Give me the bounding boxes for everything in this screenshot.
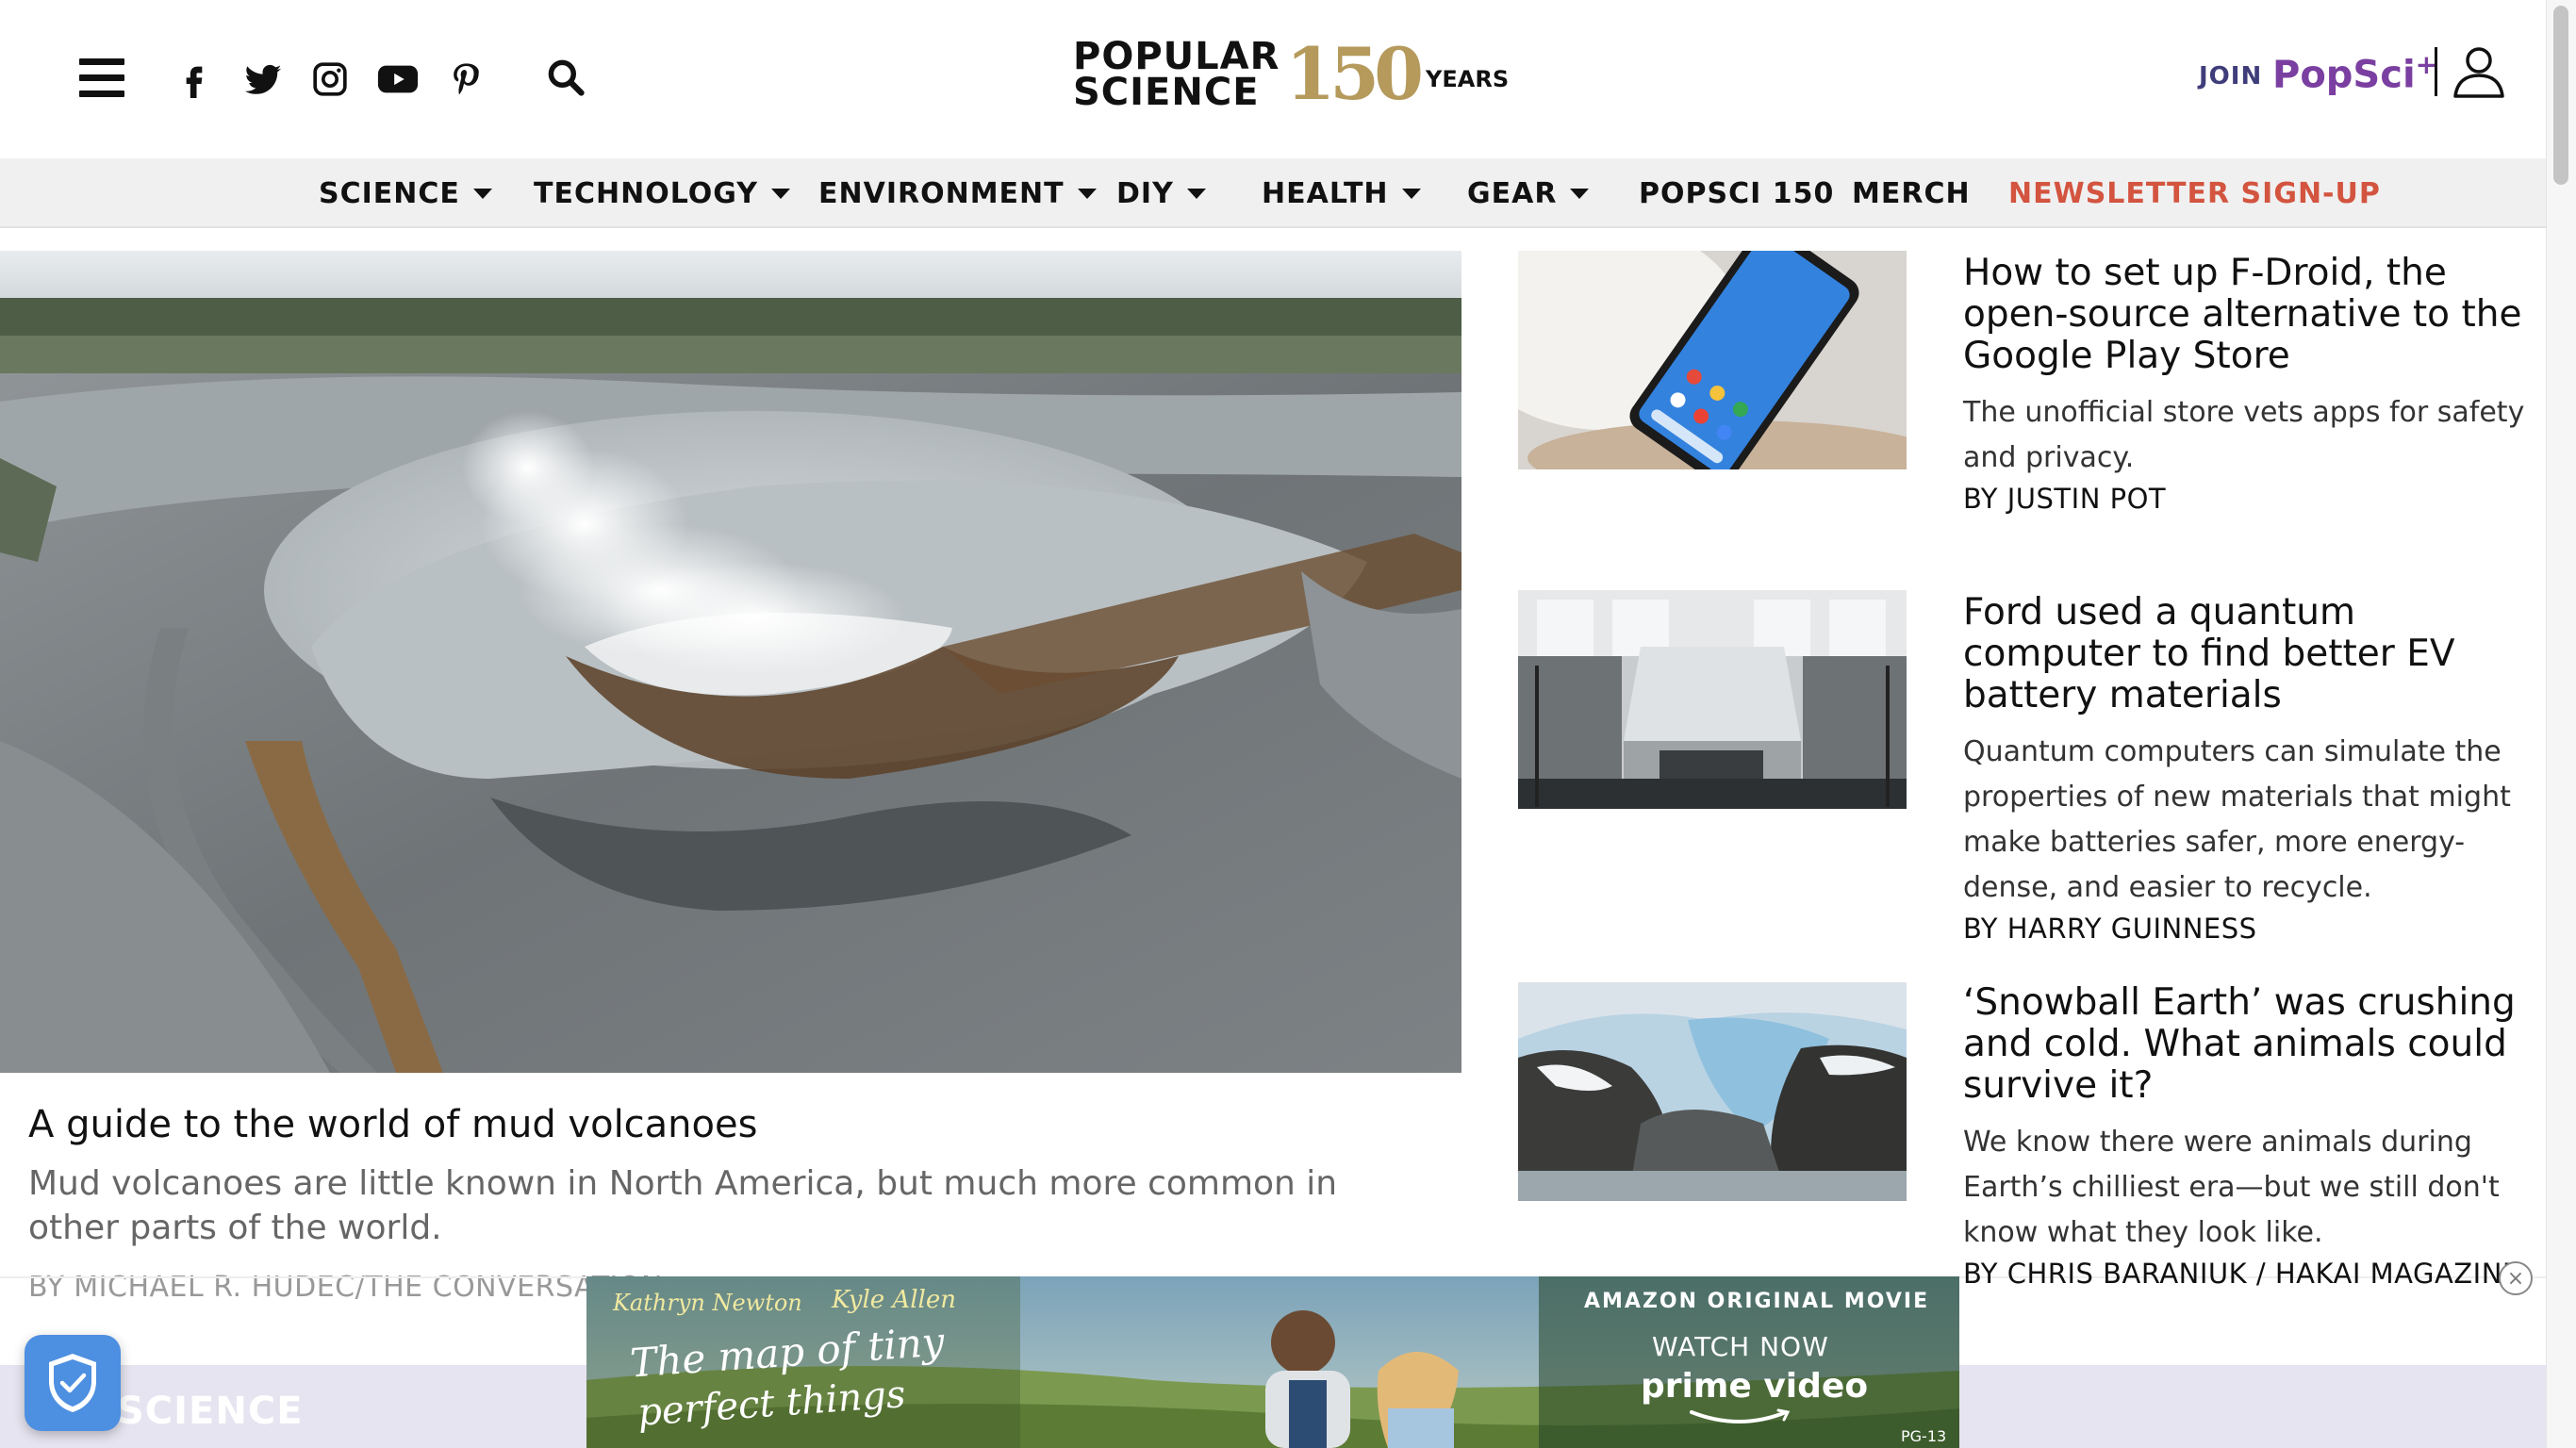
- side-article-title[interactable]: Ford used a quantum computer to find bet…: [1963, 592, 2529, 716]
- side-article-2: Ford used a quantum computer to find bet…: [1963, 592, 2529, 946]
- caret-down-icon: [1077, 189, 1097, 199]
- ad-banner-prime-video[interactable]: Kathryn Newton Kyle Allen The map of tin…: [586, 1276, 1959, 1448]
- section-heading-science[interactable]: SCIENCE: [117, 1390, 304, 1433]
- ad-cta[interactable]: WATCH NOW: [1652, 1331, 1829, 1362]
- hero-headline[interactable]: A guide to the world of mud volcanoes: [28, 1103, 757, 1146]
- article-thumb-snowball-earth[interactable]: [1518, 982, 1907, 1201]
- nav-item-health[interactable]: HEALTH: [1262, 177, 1421, 210]
- nav-item-diy[interactable]: DIY: [1116, 177, 1206, 210]
- caret-down-icon: [1401, 189, 1421, 199]
- nav-item-popsci-150[interactable]: POPSCI 150: [1639, 177, 1834, 210]
- scrollbar-thumb[interactable]: [2553, 6, 2568, 185]
- caret-down-icon: [1570, 189, 1590, 199]
- side-article-dek: We know there were animals during Earth’…: [1963, 1126, 2500, 1249]
- logo-line-2: SCIENCE: [1073, 71, 1260, 114]
- side-article-title[interactable]: How to set up F-Droid, the open-source a…: [1963, 253, 2529, 377]
- nav-item-science[interactable]: SCIENCE: [319, 177, 492, 210]
- nav-label: ENVIRONMENT: [818, 177, 1065, 210]
- hamburger-menu-icon[interactable]: [79, 58, 124, 98]
- ad-cast-1: Kathryn Newton: [613, 1290, 802, 1316]
- side-article-byline[interactable]: BY JUSTIN POT: [1963, 483, 2529, 515]
- ad-close-icon[interactable]: ×: [2499, 1261, 2533, 1295]
- shield-check-icon: [49, 1354, 96, 1412]
- logo-wordmark: POPULAR SCIENCE: [1073, 35, 1280, 114]
- nav-label: SCIENCE: [319, 177, 460, 210]
- nav-label: GEAR: [1467, 177, 1558, 210]
- side-article-title[interactable]: ‘Snowball Earth’ was crushing and cold. …: [1963, 982, 2529, 1107]
- amazon-smile-icon: [1690, 1408, 1791, 1423]
- header-divider: [2435, 47, 2437, 96]
- caret-down-icon: [472, 189, 492, 199]
- logo-line-1: POPULAR: [1073, 35, 1280, 78]
- hero-image-mud-volcano[interactable]: [0, 251, 1461, 1073]
- pinterest-icon[interactable]: [443, 57, 488, 102]
- user-account-icon[interactable]: [2452, 43, 2506, 100]
- site-logo[interactable]: POPULAR SCIENCE 150 YEARS: [1073, 36, 1509, 113]
- popsci-plus-label: PopSci: [2272, 53, 2416, 97]
- side-article-byline[interactable]: BY HARRY GUINNESS: [1963, 913, 2529, 945]
- caret-down-icon: [770, 189, 790, 199]
- nav-label: HEALTH: [1262, 177, 1389, 210]
- nav-item-environment[interactable]: ENVIRONMENT: [818, 177, 1097, 210]
- instagram-icon[interactable]: [307, 57, 353, 102]
- logo-150: 150: [1285, 32, 1424, 116]
- twitter-icon[interactable]: [239, 57, 287, 102]
- side-article-3: ‘Snowball Earth’ was crushing and cold. …: [1963, 982, 2529, 1291]
- nav-label: MERCH: [1852, 177, 1971, 210]
- side-article-dek: Quantum computers can simulate the prope…: [1963, 735, 2511, 904]
- nav-label: DIY: [1116, 177, 1174, 210]
- search-icon[interactable]: [545, 57, 590, 102]
- article-thumb-ford-battery[interactable]: [1518, 590, 1907, 809]
- side-article-1: How to set up F-Droid, the open-source a…: [1963, 253, 2529, 516]
- caret-down-icon: [1186, 189, 1206, 199]
- page-scrollbar[interactable]: [2546, 0, 2576, 1448]
- article-thumb-fdroid[interactable]: [1518, 251, 1907, 469]
- nav-item-merch[interactable]: MERCH: [1852, 177, 1971, 210]
- nav-item-gear[interactable]: GEAR: [1467, 177, 1590, 210]
- ad-cast-2: Kyle Allen: [832, 1286, 956, 1314]
- logo-years: YEARS: [1426, 66, 1510, 92]
- ad-rating: PG-13: [1901, 1427, 1947, 1445]
- youtube-icon[interactable]: [373, 57, 422, 102]
- nav-label: POPSCI 150: [1639, 177, 1835, 210]
- side-article-dek: The unofficial store vets apps for safet…: [1963, 396, 2525, 474]
- ad-tagline: AMAZON ORIGINAL MOVIE: [1584, 1290, 1930, 1313]
- nav-item-newsletter-signup[interactable]: NEWSLETTER SIGN-UP: [2008, 177, 2381, 210]
- facebook-icon[interactable]: [172, 57, 217, 102]
- nav-item-technology[interactable]: TECHNOLOGY: [534, 177, 790, 210]
- privacy-shield-button[interactable]: [25, 1335, 121, 1431]
- main-nav: SCIENCE TECHNOLOGY ENVIRONMENT DIY HEALT…: [0, 158, 2546, 228]
- site-header: POPULAR SCIENCE 150 YEARS JOIN PopSci+: [0, 0, 2546, 158]
- popsci-plus-link[interactable]: PopSci+: [2272, 49, 2437, 96]
- side-article-byline[interactable]: BY CHRIS BARANIUK / HAKAI MAGAZINE: [1963, 1258, 2529, 1290]
- nav-label: NEWSLETTER SIGN-UP: [2008, 177, 2381, 210]
- hero-dek: Mud volcanoes are little known in North …: [28, 1164, 1338, 1247]
- ad-brand-prime-video: prime video: [1641, 1367, 1869, 1406]
- join-link[interactable]: JOIN: [2199, 62, 2262, 90]
- nav-label: TECHNOLOGY: [534, 177, 758, 210]
